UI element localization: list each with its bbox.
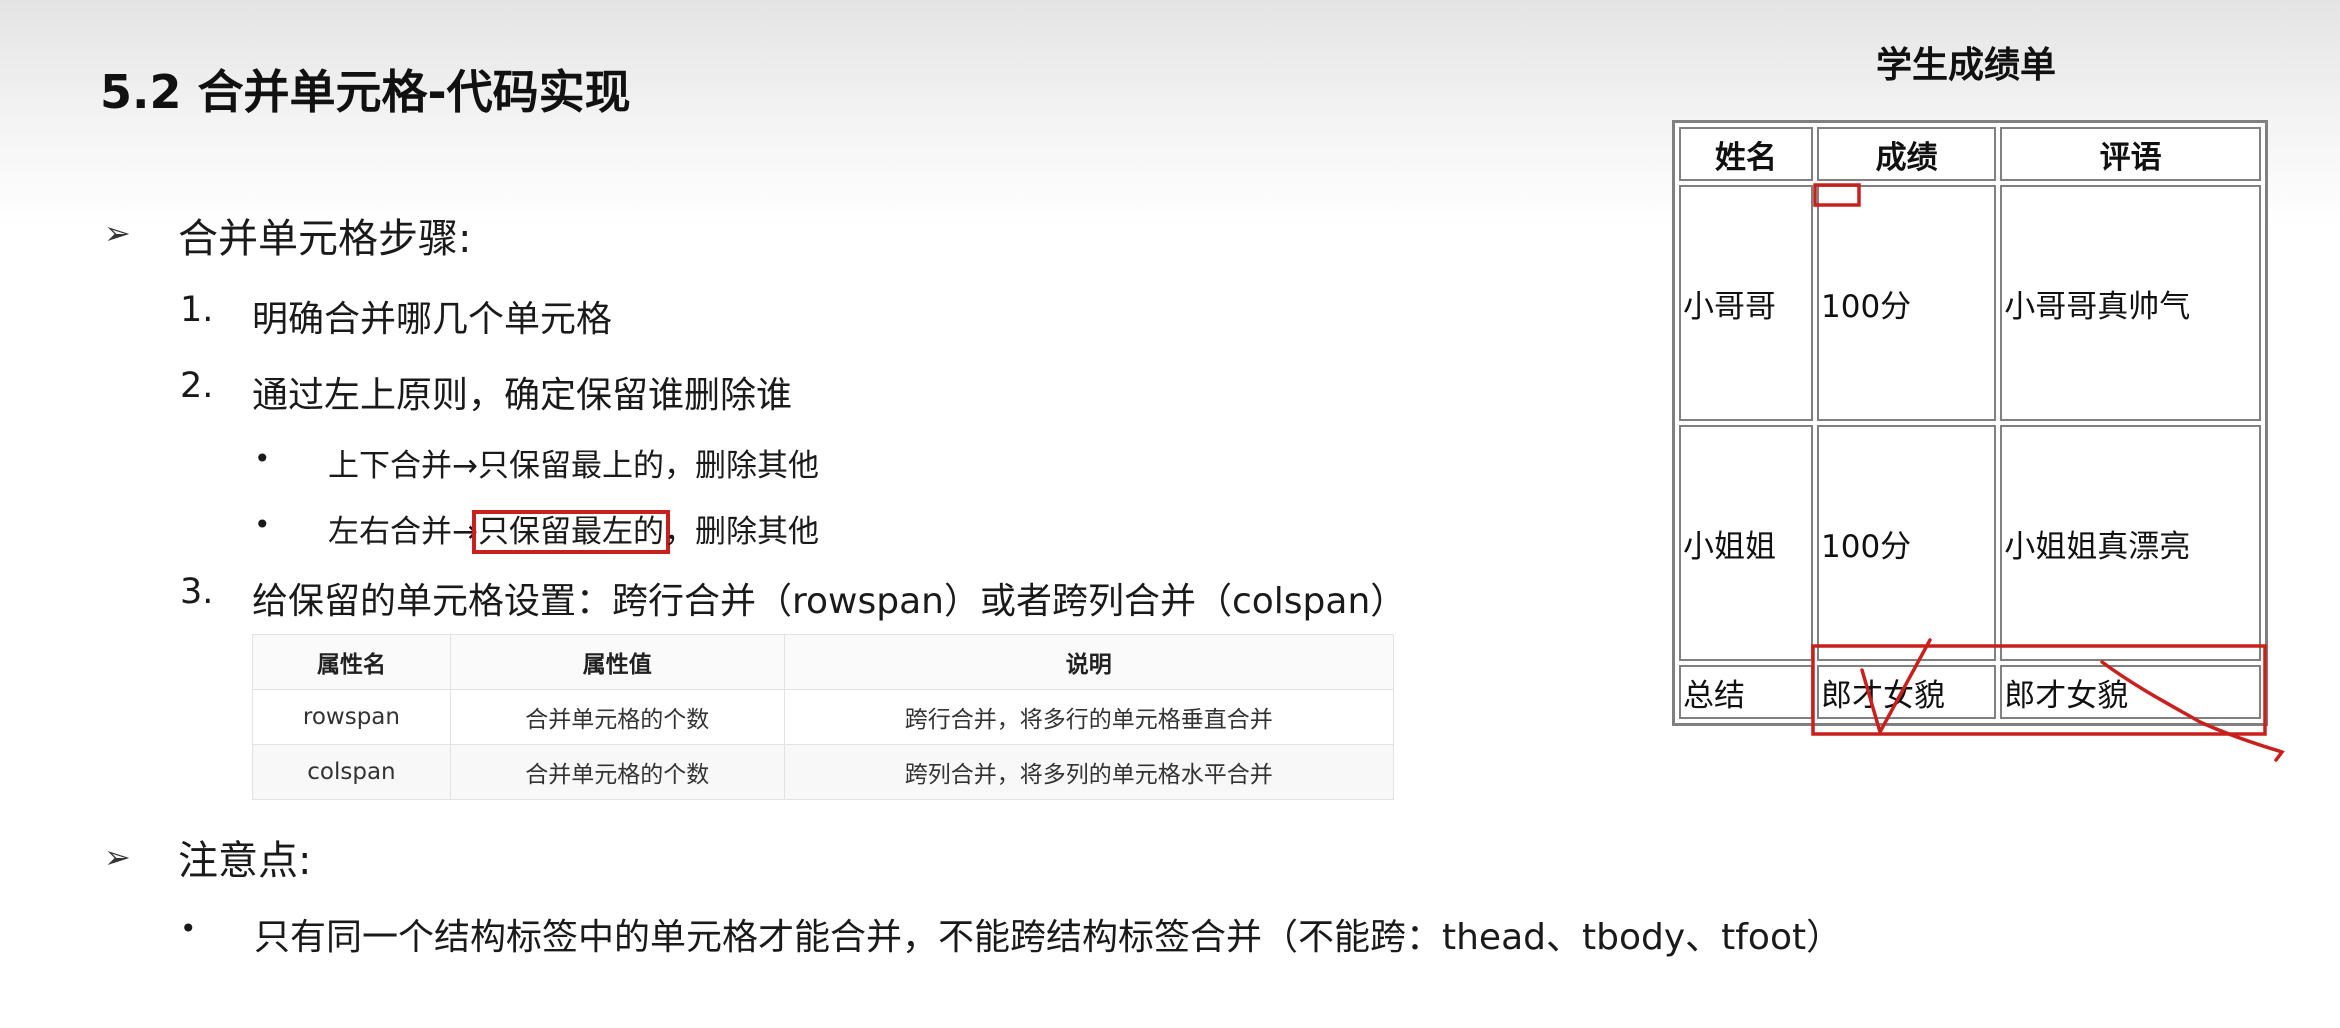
annotation-stroke [2100, 660, 2285, 762]
annotation-check-mark [1860, 638, 1932, 734]
annotation-overlay [1811, 183, 2285, 762]
annotation-small-box [1813, 183, 1861, 207]
